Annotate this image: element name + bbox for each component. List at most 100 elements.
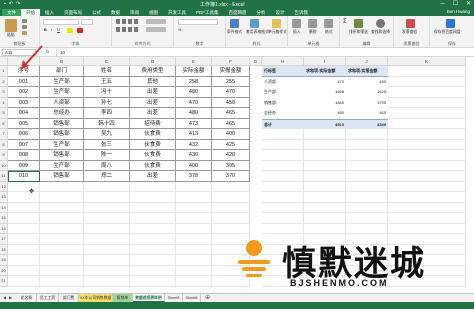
- paste-label[interactable]: 粘贴: [7, 33, 15, 38]
- grid-cell[interactable]: [84, 255, 130, 266]
- grid-cell[interactable]: [262, 213, 304, 224]
- grid-cell[interactable]: [388, 171, 466, 182]
- pivot-cell[interactable]: 480: [304, 108, 346, 119]
- grid-cell[interactable]: [40, 181, 84, 192]
- table-cell[interactable]: 生产部: [40, 76, 84, 87]
- row-header[interactable]: 20: [0, 265, 8, 276]
- table-cell[interactable]: 413: [176, 129, 212, 140]
- grid-cell[interactable]: [176, 276, 212, 287]
- row-header[interactable]: 16: [0, 223, 8, 234]
- column-header[interactable]: I: [304, 57, 346, 66]
- table-cell[interactable]: 销售部: [40, 118, 84, 129]
- grid-cell[interactable]: [262, 181, 304, 192]
- column-header[interactable]: D: [130, 57, 176, 66]
- column-header[interactable]: J: [346, 57, 388, 66]
- redo-icon[interactable]: ↷: [16, 1, 20, 7]
- grid-cell[interactable]: [346, 160, 388, 171]
- grid-cell[interactable]: [40, 265, 84, 276]
- cell-style-icon[interactable]: [272, 19, 281, 28]
- grid-cell[interactable]: [130, 234, 176, 245]
- table-cell[interactable]: 总经办: [40, 108, 84, 119]
- grid-cell[interactable]: [84, 202, 130, 213]
- grid-cell[interactable]: [130, 265, 176, 276]
- grid-cell[interactable]: [84, 276, 130, 287]
- pivot-cell[interactable]: 1658: [304, 87, 346, 98]
- grid-cell[interactable]: [388, 76, 466, 87]
- table-cell[interactable]: 008: [8, 150, 40, 161]
- grid-cell[interactable]: [40, 255, 84, 266]
- grid-cell[interactable]: [8, 255, 40, 266]
- add-sheet-icon[interactable]: ⊕: [205, 294, 210, 302]
- grid-cell[interactable]: [388, 139, 466, 150]
- cond-format-label[interactable]: 条件格式: [227, 30, 242, 35]
- format-cells-icon[interactable]: [324, 19, 333, 28]
- scroll-right-icon[interactable]: ▶: [9, 295, 12, 300]
- column-header[interactable]: F: [212, 57, 250, 66]
- table-cell[interactable]: 430: [176, 150, 212, 161]
- tab-9[interactable]: PDF工具集: [191, 9, 224, 16]
- grid-cell[interactable]: [40, 234, 84, 245]
- grid-cell[interactable]: [8, 265, 40, 276]
- tab-4[interactable]: 公式: [87, 9, 106, 16]
- grid-cell[interactable]: [8, 181, 40, 192]
- grid-cell[interactable]: [304, 223, 346, 234]
- pivot-cell[interactable]: 总经办: [262, 108, 304, 119]
- find-select-icon[interactable]: [376, 19, 385, 28]
- table-header-cell[interactable]: 费用类型: [130, 66, 176, 77]
- grid-cell[interactable]: [346, 223, 388, 234]
- pivot-cell[interactable]: 465: [346, 108, 388, 119]
- grid-cell[interactable]: [130, 202, 176, 213]
- tab-5[interactable]: 数据: [106, 9, 125, 16]
- table-cell[interactable]: 李四: [84, 108, 130, 119]
- grid-cell[interactable]: [304, 181, 346, 192]
- grid-cell[interactable]: [176, 223, 212, 234]
- grid-cell[interactable]: [8, 213, 40, 224]
- align-left-icon[interactable]: [116, 27, 140, 32]
- insert-label[interactable]: 插入: [293, 30, 301, 35]
- tab-2[interactable]: 插入: [40, 9, 59, 16]
- grid-cell[interactable]: [346, 181, 388, 192]
- table-header-cell[interactable]: 实报金额: [212, 66, 250, 77]
- invoice-check-icon[interactable]: [406, 19, 415, 28]
- table-cell[interactable]: 470: [212, 87, 250, 98]
- grid-cell[interactable]: [304, 150, 346, 161]
- pivot-total-cell[interactable]: 4510: [304, 118, 346, 129]
- pivot-cell[interactable]: 销售部: [262, 97, 304, 108]
- tab-10[interactable]: 百度网盘: [224, 9, 252, 16]
- grid-cell[interactable]: [346, 192, 388, 203]
- grid-cell[interactable]: [262, 160, 304, 171]
- sort-filter-icon[interactable]: [354, 19, 363, 28]
- table-cell[interactable]: 伙食费: [130, 129, 176, 140]
- undo-icon[interactable]: ↶: [9, 1, 13, 7]
- tab-13[interactable]: 告诉我: [290, 9, 314, 16]
- table-cell[interactable]: 007: [8, 139, 40, 150]
- grid-cell[interactable]: [388, 223, 466, 234]
- italic-icon[interactable]: I: [51, 28, 52, 32]
- fill-color-icon[interactable]: [67, 28, 73, 33]
- pivot-cell[interactable]: 1840: [304, 97, 346, 108]
- grid-cell[interactable]: [84, 223, 130, 234]
- table-cell[interactable]: 465: [212, 108, 250, 119]
- grid-cell[interactable]: [346, 129, 388, 140]
- grid-cell[interactable]: [388, 150, 466, 161]
- grid-cell[interactable]: [212, 192, 250, 203]
- table-cell[interactable]: 王五: [84, 76, 130, 87]
- sheet-tab[interactable]: XX年公司销售数据: [79, 294, 113, 302]
- table-cell[interactable]: 伙食费: [130, 139, 176, 150]
- table-cell[interactable]: 陈一: [84, 150, 130, 161]
- grid-cell[interactable]: [346, 202, 388, 213]
- column-header[interactable]: C: [84, 57, 130, 66]
- pivot-cell[interactable]: 人资部: [262, 76, 304, 87]
- grid-cell[interactable]: [346, 150, 388, 161]
- grid-cell[interactable]: [40, 244, 84, 255]
- grid-cell[interactable]: [388, 118, 466, 129]
- save-baidu-label[interactable]: 保存到百度网盘: [434, 30, 461, 35]
- pivot-header-cell[interactable]: 行标签: [262, 66, 304, 77]
- table-cell[interactable]: 生产部: [40, 139, 84, 150]
- grid-cell[interactable]: [304, 160, 346, 171]
- tab-1[interactable]: 开始: [21, 9, 40, 16]
- table-cell[interactable]: 465: [212, 118, 250, 129]
- sheet-tab[interactable]: Sheet6: [183, 294, 201, 302]
- table-cell[interactable]: 009: [8, 160, 40, 171]
- row-header[interactable]: 7: [0, 129, 8, 140]
